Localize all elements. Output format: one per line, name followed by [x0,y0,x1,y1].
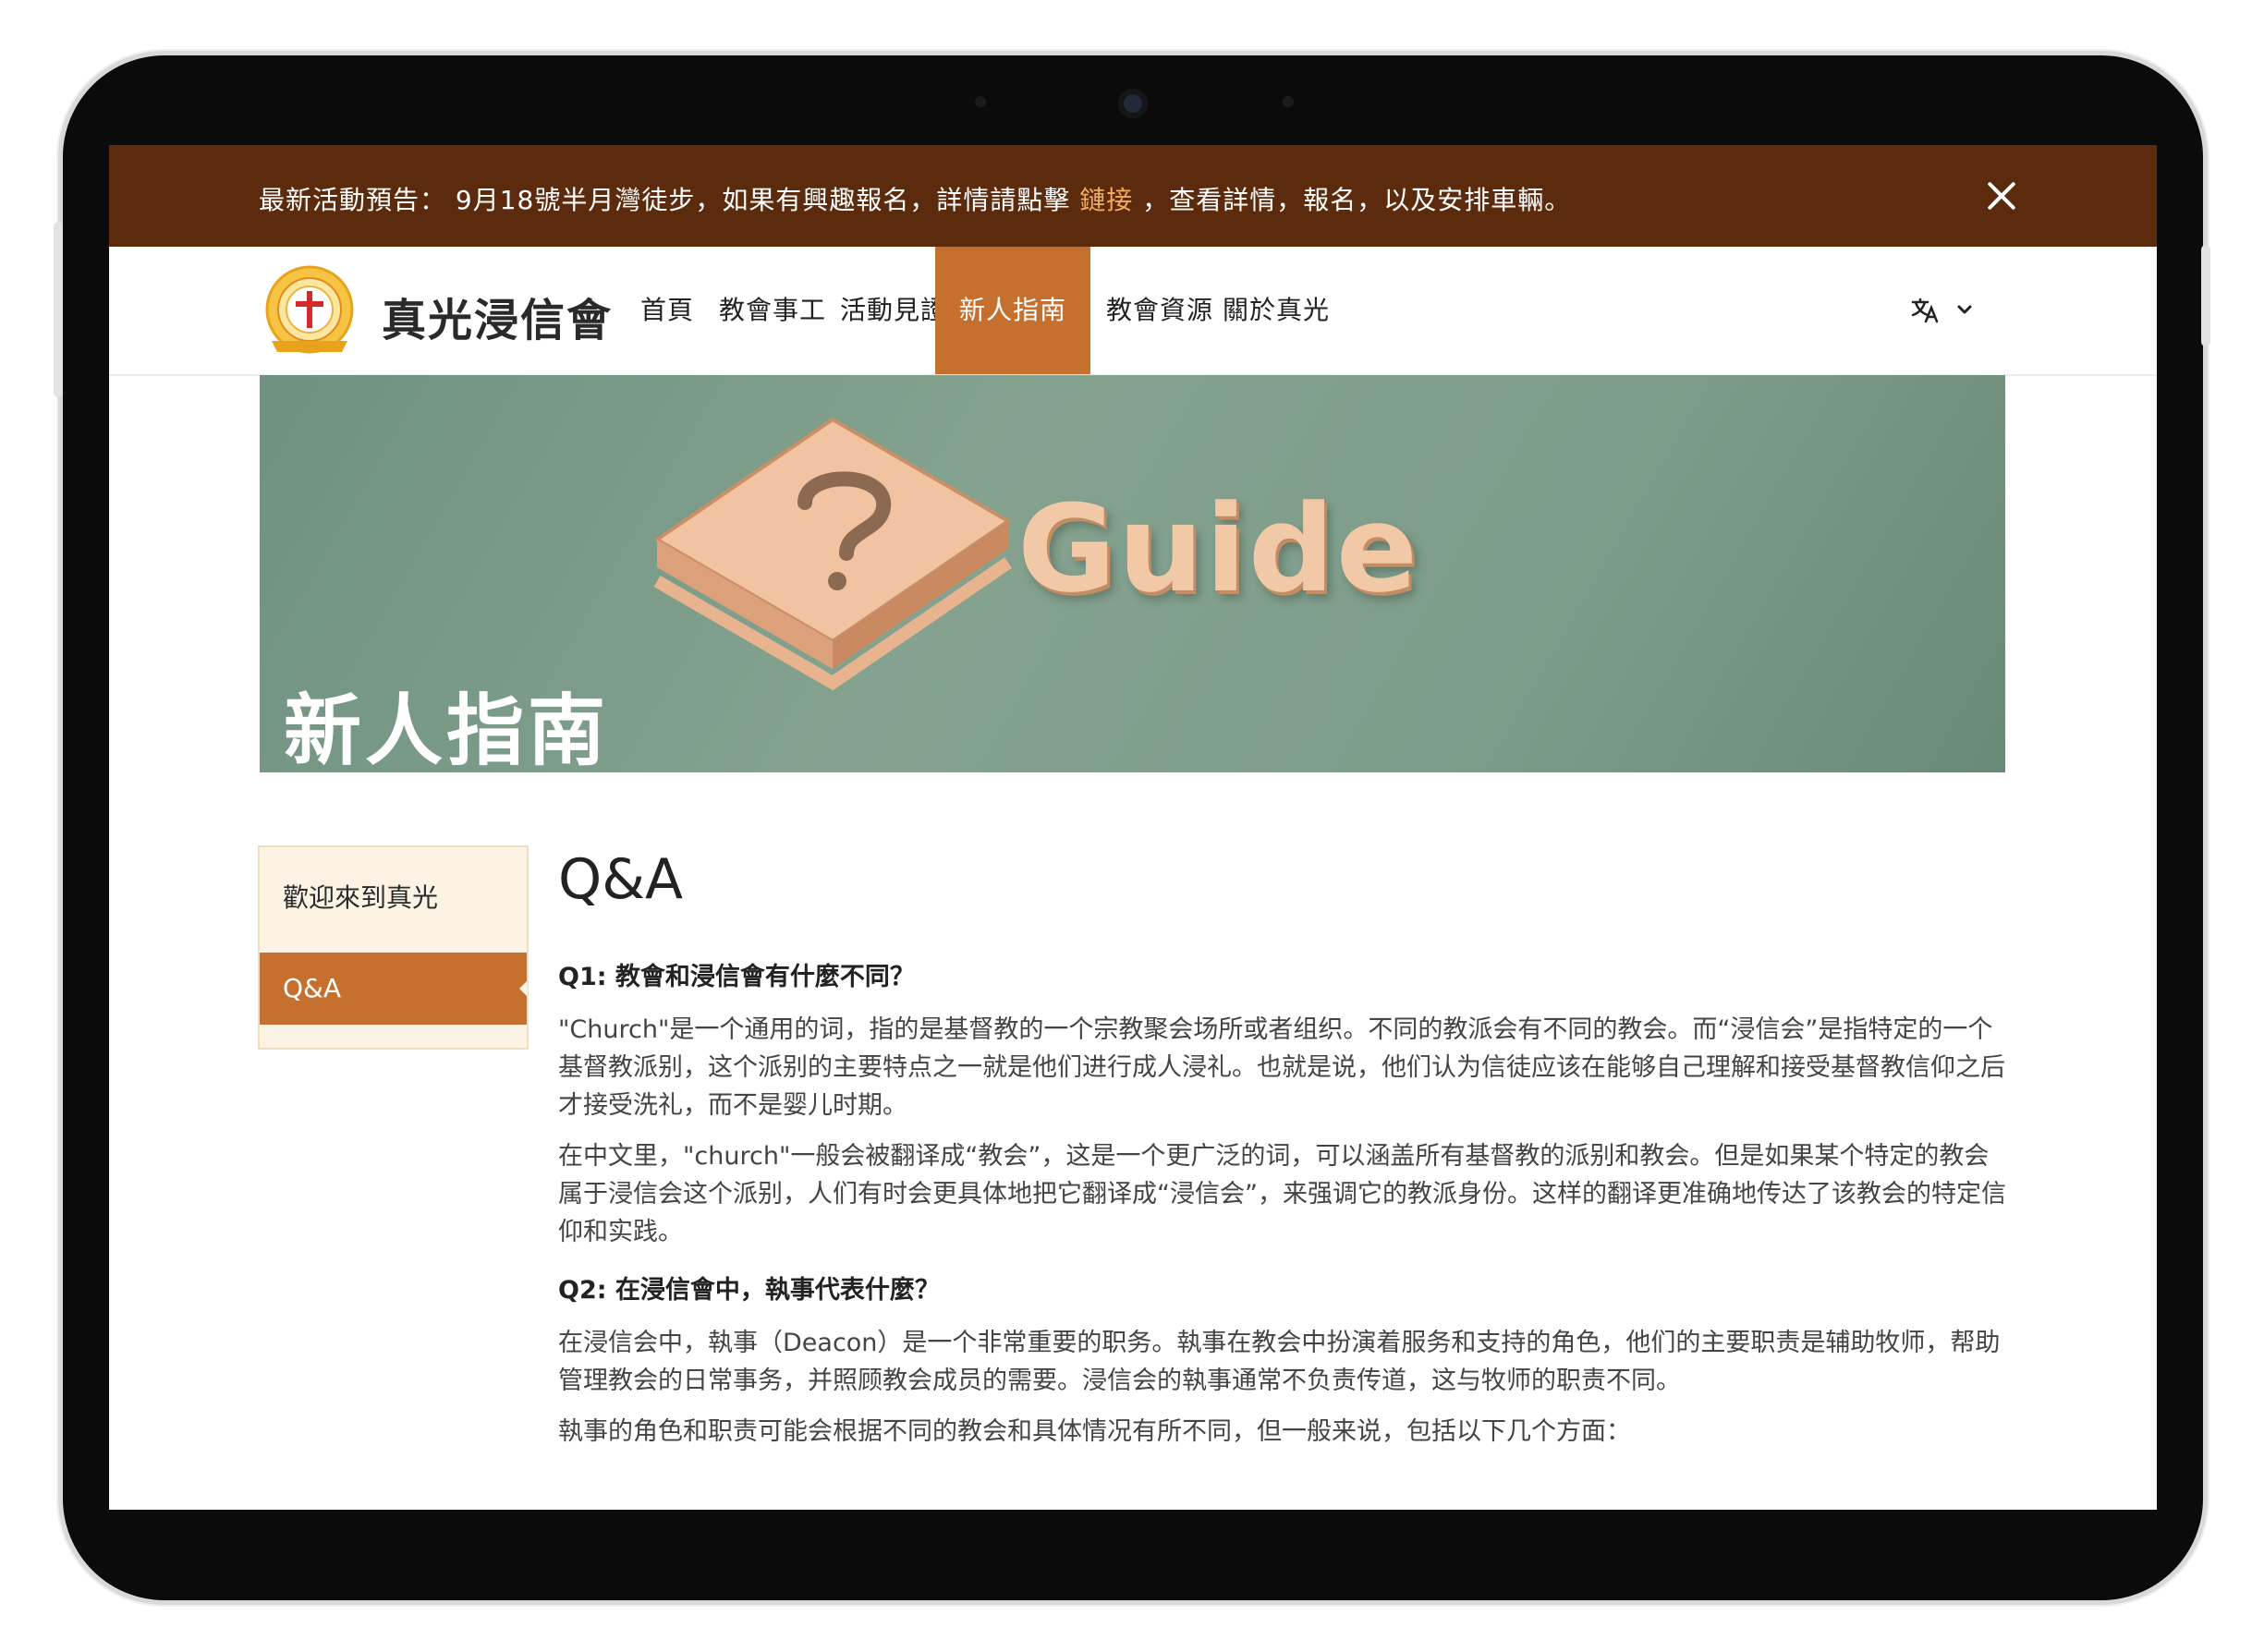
sidebar: 歡迎來到真光 Q&A [258,845,529,1050]
answer-2-paragraph-1: 在浸信会中，執事（Deacon）是一个非常重要的职务。執事在教会中扮演着服务和支… [558,1329,2001,1395]
content-heading: Q&A [558,847,684,912]
sidebar-item-qa[interactable]: Q&A [260,953,528,1025]
answer-2-paragraph-2: 執事的角色和职责可能会根据不同的教会和具体情况有所不同，但一般来说，包括以下几个… [558,1417,1631,1446]
nav-item-about[interactable]: 關於真光 [1207,247,1345,374]
hero-banner: Guide 新人指南 [260,375,2005,772]
banner-text-before: 最新活動預告： 9月18號半月灣徒步，如果有興趣報名，詳情請點擊 [259,185,1071,215]
main-content: Q&A Q1: 教會和浸信會有什麼不同？ "Church"是一个通用的词，指的是… [558,847,2009,1464]
sidebar-item-welcome[interactable]: 歡迎來到真光 [260,862,527,934]
tablet-side-button [2201,245,2210,346]
church-logo-icon[interactable] [259,263,360,359]
page-title: 新人指南 [284,686,610,772]
screen: 最新活動預告： 9月18號半月灣徒步，如果有興趣報名，詳情請點擊 鏈接 ，查看詳… [109,145,2157,1510]
language-selector[interactable] [1911,297,1976,324]
announcement-banner: 最新活動預告： 9月18號半月灣徒步，如果有興趣報名，詳情請點擊 鏈接 ，查看詳… [109,145,2157,247]
question-1: Q1: 教會和浸信會有什麼不同？ [558,963,915,991]
sensor-dot [975,96,986,107]
question-book-icon [653,417,1012,691]
translate-icon [1911,298,1939,323]
site-header: 真光浸信會 首頁 教會事工 活動見證 新人指南 教會資源 關於真光 [109,247,2157,376]
brand-name[interactable]: 真光浸信會 [382,284,613,348]
chevron-down-icon [1957,305,1972,314]
hero-guide-text: Guide [1017,479,1420,619]
sensor-dot [1283,96,1294,107]
banner-text-after: ，查看詳情，報名，以及安排車輛。 [1142,185,1572,215]
answer-1-paragraph-1: "Church"是一个通用的词，指的是基督教的一个宗教聚会场所或者组织。不同的教… [558,1015,2005,1120]
answer-1-paragraph-2: 在中文里，"church"一般会被翻译成“教会”，这是一个更广泛的词，可以涵盖所… [558,1142,2006,1246]
banner-link[interactable]: 鏈接 [1079,185,1133,215]
nav-item-newcomer-guide[interactable]: 新人指南 [935,247,1090,374]
nav-item-ministries[interactable]: 教會事工 [703,247,842,374]
banner-text: 最新活動預告： 9月18號半月灣徒步，如果有興趣報名，詳情請點擊 鏈接 ，查看詳… [259,180,1571,217]
tablet-side-button [54,222,63,397]
close-icon[interactable] [1985,179,2018,213]
front-camera [1118,89,1148,118]
question-2: Q2: 在浸信會中，執事代表什麼？ [558,1276,940,1305]
